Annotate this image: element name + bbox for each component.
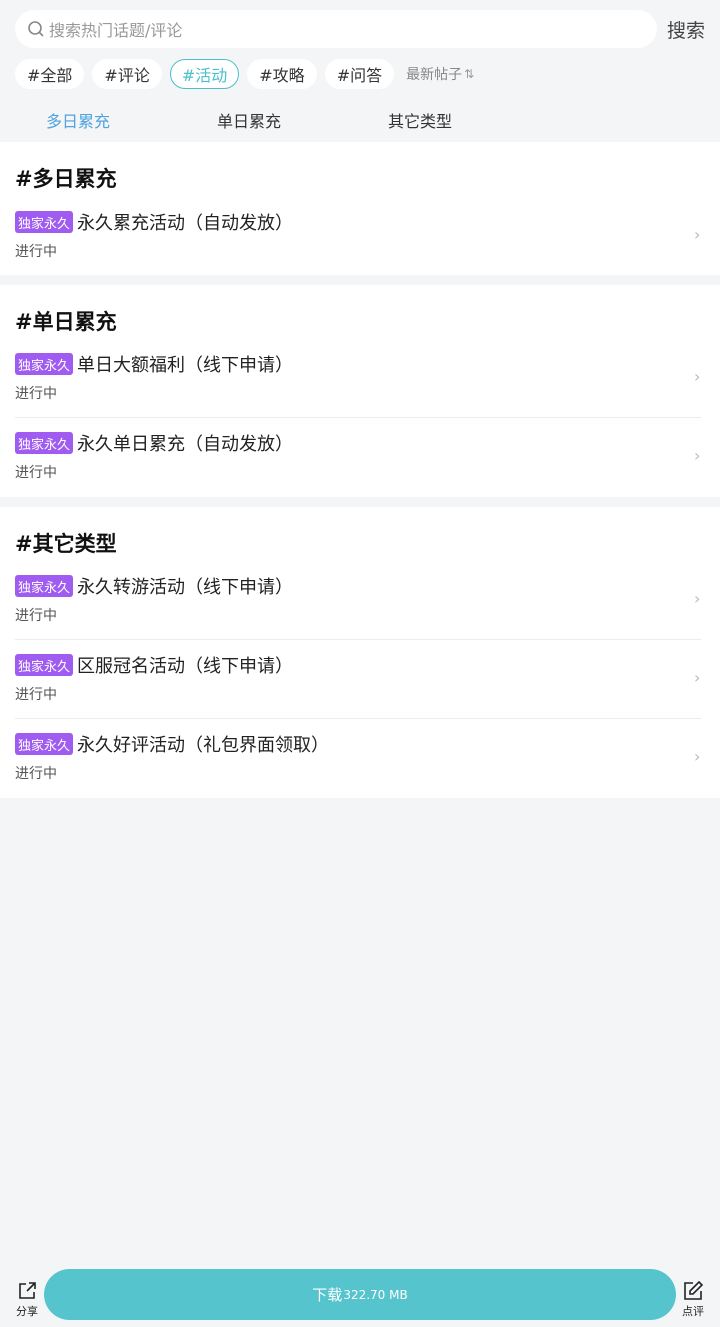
section-title: #其它类型 <box>15 532 117 556</box>
search-input[interactable]: 搜索热门话题/评论 <box>15 10 657 48</box>
chip-all[interactable]: #全部 <box>15 59 85 89</box>
search-placeholder: 搜索热门话题/评论 <box>49 21 183 40</box>
edit-icon <box>684 1280 704 1300</box>
download-button[interactable]: 下载 322.70 MB <box>44 1269 676 1320</box>
list-item[interactable]: 独家永久 永久好评活动（礼包界面领取） 进行中 › <box>0 733 720 785</box>
chip-activity[interactable]: #活动 <box>169 59 240 89</box>
chevron-right-icon: › <box>694 225 701 244</box>
chevron-right-icon: › <box>694 446 701 465</box>
search-icon <box>28 21 44 37</box>
list-item[interactable]: 独家永久 单日大额福利（线下申请） 进行中 › <box>0 353 720 405</box>
item-title: 区服冠名活动（线下申请） <box>77 656 293 677</box>
chip-guide[interactable]: #攻略 <box>247 59 317 89</box>
chip-comment[interactable]: #评论 <box>92 59 162 89</box>
list-item[interactable]: 独家永久 永久转游活动（线下申请） 进行中 › <box>0 575 720 627</box>
download-label: 下载 <box>312 1286 343 1304</box>
item-title: 单日大额福利（线下申请） <box>77 355 293 376</box>
bottom-bar: 分享 下载 322.70 MB 点评 <box>0 1262 720 1327</box>
chevron-right-icon: › <box>694 668 701 687</box>
item-title: 永久单日累充（自动发放） <box>77 434 293 455</box>
top-bar: 搜索热门话题/评论 搜索 #全部 #评论 #活动 #攻略 #问答 最新帖子 ⇅ … <box>0 0 720 142</box>
badge: 独家永久 <box>15 432 74 454</box>
item-status: 进行中 <box>15 386 57 402</box>
badge: 独家永久 <box>15 211 74 233</box>
section-single-day: #单日累充 独家永久 单日大额福利（线下申请） 进行中 › 独家永久 永久单日累… <box>0 285 720 497</box>
badge: 独家永久 <box>15 353 74 375</box>
section-other: #其它类型 独家永久 永久转游活动（线下申请） 进行中 › 独家永久 区服冠名活… <box>0 507 720 798</box>
badge: 独家永久 <box>15 575 74 597</box>
item-status: 进行中 <box>15 766 57 782</box>
chevron-right-icon: › <box>694 589 701 608</box>
chip-qa[interactable]: #问答 <box>324 59 395 89</box>
badge: 独家永久 <box>15 654 74 676</box>
list-item[interactable]: 独家永久 永久累充活动（自动发放） 进行中 › <box>0 211 720 263</box>
search-button[interactable]: 搜索 <box>667 16 705 43</box>
download-size: 322.70 MB <box>343 1287 408 1302</box>
share-label: 分享 <box>16 1305 38 1318</box>
tab-other[interactable]: 其它类型 <box>388 108 452 132</box>
divider <box>15 417 701 418</box>
chevron-right-icon: › <box>694 367 701 386</box>
share-button[interactable]: 分享 <box>10 1280 44 1319</box>
item-status: 进行中 <box>15 608 57 624</box>
divider <box>15 639 701 640</box>
section-multi-day: #多日累充 独家永久 永久累充活动（自动发放） 进行中 › <box>0 142 720 275</box>
sort-icon: ⇅ <box>464 67 475 81</box>
review-label: 点评 <box>682 1305 704 1318</box>
share-icon <box>19 1282 36 1299</box>
item-title: 永久好评活动（礼包界面领取） <box>77 735 329 756</box>
item-status: 进行中 <box>15 687 57 703</box>
divider <box>15 718 701 719</box>
item-title: 永久转游活动（线下申请） <box>77 577 293 598</box>
category-tabs: 多日累充 单日累充 其它类型 <box>0 108 720 134</box>
section-title: #多日累充 <box>15 167 117 191</box>
list-item[interactable]: 独家永久 永久单日累充（自动发放） 进行中 › <box>0 432 720 484</box>
item-status: 进行中 <box>15 465 57 481</box>
badge: 独家永久 <box>15 733 74 755</box>
sort-label: 最新帖子 <box>406 67 463 83</box>
chevron-right-icon: › <box>694 747 701 766</box>
review-button[interactable]: 点评 <box>676 1280 710 1319</box>
tab-multi-day[interactable]: 多日累充 <box>46 108 110 132</box>
list-item[interactable]: 独家永久 区服冠名活动（线下申请） 进行中 › <box>0 654 720 706</box>
item-status: 进行中 <box>15 244 57 260</box>
section-title: #单日累充 <box>15 310 117 334</box>
tab-single-day[interactable]: 单日累充 <box>217 108 281 132</box>
topic-chips: #全部 #评论 #活动 #攻略 #问答 最新帖子 ⇅ <box>15 59 474 89</box>
item-title: 永久累充活动（自动发放） <box>77 213 293 234</box>
sort-button[interactable]: 最新帖子 ⇅ <box>406 64 474 84</box>
